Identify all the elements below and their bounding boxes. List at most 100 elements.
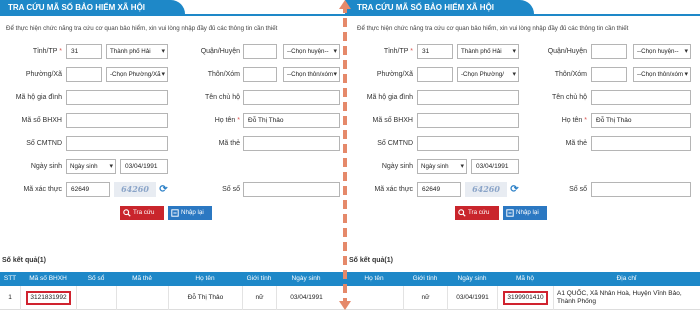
province-label: Tỉnh/TP * xyxy=(383,48,413,55)
ward-select[interactable]: -Chọn Phường/ xyxy=(457,67,519,82)
bhxh-code-input[interactable] xyxy=(417,113,519,128)
book-no-input[interactable] xyxy=(243,182,340,197)
dob-cell: 03/04/1991 xyxy=(276,286,336,310)
bhxh-code-label: Mã số BHXH xyxy=(21,117,62,124)
arrow-down-icon xyxy=(339,301,351,310)
reset-button[interactable]: Nhập lại xyxy=(503,206,547,220)
bhxh-code-input[interactable] xyxy=(66,113,168,128)
fullname-input[interactable]: Đỗ Thị Thảo xyxy=(243,113,340,128)
captcha-label: Mã xác thực xyxy=(23,186,62,193)
district-label: Quận/Huyện xyxy=(547,48,587,55)
district-code-input[interactable] xyxy=(243,44,277,59)
district-select[interactable]: --Chọn huyện-- xyxy=(283,44,340,59)
card-code-input[interactable] xyxy=(243,136,340,151)
book-no-cell xyxy=(76,286,116,310)
fullname-cell xyxy=(345,286,403,310)
hamlet-select[interactable]: --Chọn thôn/xóm xyxy=(633,67,691,82)
province-label: Tỉnh/TP * xyxy=(32,48,62,55)
column-header: Họ tên xyxy=(195,275,215,282)
household-code-label: Mã hộ gia đình xyxy=(366,94,413,101)
id-card-label: Số CMTND xyxy=(26,140,62,147)
household-code-label: Mã hộ gia đình xyxy=(15,94,62,101)
fullname-cell: Đỗ Thị Thảo xyxy=(168,286,242,310)
column-header: Giới tính xyxy=(246,275,272,282)
column-header: Mã hộ xyxy=(515,275,535,282)
search-icon xyxy=(123,209,131,217)
table-row[interactable]: 1 3121831992 Đỗ Thị Thảo nữ 03/04/1991 xyxy=(0,286,350,310)
arrow-up-icon xyxy=(339,0,351,9)
household-head-label: Tên chủ hộ xyxy=(551,94,587,101)
search-button-label: Tra cứu xyxy=(133,209,155,216)
divider-line xyxy=(343,4,347,310)
card-code-label: Mã thẻ xyxy=(218,140,240,147)
right-panel: TRA CỨU MÃ SỐ BẢO HIỂM XÃ HỘI Để thực hi… xyxy=(345,0,700,310)
gender-cell: nữ xyxy=(403,286,447,310)
book-no-label: Số sổ xyxy=(569,186,587,193)
search-button[interactable]: Tra cứu xyxy=(120,206,164,220)
book-no-input[interactable] xyxy=(591,182,691,197)
hamlet-select[interactable]: --Chọn thôn/xóm xyxy=(283,67,340,82)
column-header: Họ tên xyxy=(364,275,384,282)
hamlet-code-input[interactable] xyxy=(243,67,277,82)
column-header: Ngày sinh xyxy=(291,275,321,282)
intro-text: Để thực hiện chức năng tra cứu cơ quan b… xyxy=(6,25,278,32)
dob-type-select[interactable]: Ngày sinh xyxy=(417,159,467,174)
district-code-input[interactable] xyxy=(591,44,627,59)
fullname-label: Họ tên * xyxy=(561,117,587,124)
captcha-input[interactable]: 62649 xyxy=(66,182,110,197)
dob-label: Ngày sinh xyxy=(30,163,62,170)
ward-select[interactable]: -Chọn Phường/Xã xyxy=(106,67,168,82)
household-head-input[interactable] xyxy=(243,90,340,105)
captcha-input[interactable]: 62649 xyxy=(417,182,461,197)
reset-button-label: Nhập lại xyxy=(516,209,539,216)
ward-code-input[interactable] xyxy=(417,67,453,82)
province-select[interactable]: Thành phố Hải xyxy=(106,44,168,59)
household-code-cell: 3199901410 xyxy=(497,286,553,310)
bhxh-code-cell: 3121831992 xyxy=(20,286,76,310)
ward-code-input[interactable] xyxy=(66,67,102,82)
page-title: TRA CỨU MÃ SỐ BẢO HIỂM XÃ HỘI xyxy=(345,0,535,16)
row-index: 1 xyxy=(8,294,12,301)
title-bar: TRA CỨU MÃ SỐ BẢO HIỂM XÃ HỘI xyxy=(345,0,700,16)
dob-label: Ngày sinh xyxy=(381,163,413,170)
refresh-captcha-icon[interactable]: ⟳ xyxy=(509,184,520,195)
table-row[interactable]: nữ 03/04/1991 3199901410 A1 QUỐC, Xã Nhâ… xyxy=(345,286,700,310)
household-head-label: Tên chủ hộ xyxy=(204,94,240,101)
dob-type-select[interactable]: Ngày sinh xyxy=(66,159,116,174)
fullname-input[interactable]: Đỗ Thị Thảo xyxy=(591,113,691,128)
household-code-input[interactable] xyxy=(417,90,519,105)
ward-label: Phường/Xã xyxy=(25,71,62,78)
column-header: Mã thẻ xyxy=(132,275,152,282)
reset-button[interactable]: Nhập lại xyxy=(168,206,212,220)
dob-input[interactable]: 03/04/1991 xyxy=(471,159,519,174)
column-header: Giới tính xyxy=(412,275,438,282)
column-header: Ngày sinh xyxy=(457,275,487,282)
address-cell: A1 QUỐC, Xã Nhân Hoà, Huyện Vĩnh Bảo, Th… xyxy=(553,286,700,310)
hamlet-label: Thôn/Xóm xyxy=(554,71,587,78)
page-title: TRA CỨU MÃ SỐ BẢO HIỂM XÃ HỘI xyxy=(0,0,186,16)
hamlet-code-input[interactable] xyxy=(591,67,627,82)
column-header: Địa chỉ xyxy=(616,275,637,282)
search-button[interactable]: Tra cứu xyxy=(455,206,499,220)
refresh-captcha-icon[interactable]: ⟳ xyxy=(158,184,169,195)
card-code-input[interactable] xyxy=(591,136,691,151)
id-card-input[interactable] xyxy=(66,136,168,151)
id-card-label: Số CMTND xyxy=(377,140,413,147)
column-header: STT xyxy=(3,275,17,282)
dob-input[interactable]: 03/04/1991 xyxy=(120,159,168,174)
captcha-label: Mã xác thực xyxy=(374,186,413,193)
column-header: Mã số BHXH xyxy=(29,275,67,282)
household-head-input[interactable] xyxy=(591,90,691,105)
province-code-input[interactable]: 31 xyxy=(417,44,453,59)
results-table-header: Họ tên Giới tính Ngày sinh Mã hộ Địa chỉ xyxy=(345,272,700,286)
province-select[interactable]: Thành phố Hải xyxy=(457,44,519,59)
district-select[interactable]: --Chọn huyện-- xyxy=(633,44,691,59)
card-code-cell xyxy=(116,286,168,310)
province-code-input[interactable]: 31 xyxy=(66,44,102,59)
household-code-input[interactable] xyxy=(66,90,168,105)
result-count: Số kết quả(1) xyxy=(2,257,46,264)
id-card-input[interactable] xyxy=(417,136,519,151)
fullname-label: Họ tên * xyxy=(214,117,240,124)
result-count: Số kết quả(1) xyxy=(349,257,393,264)
results-table-header: STT Mã số BHXH Số sổ Mã thẻ Họ tên Giới … xyxy=(0,272,350,286)
